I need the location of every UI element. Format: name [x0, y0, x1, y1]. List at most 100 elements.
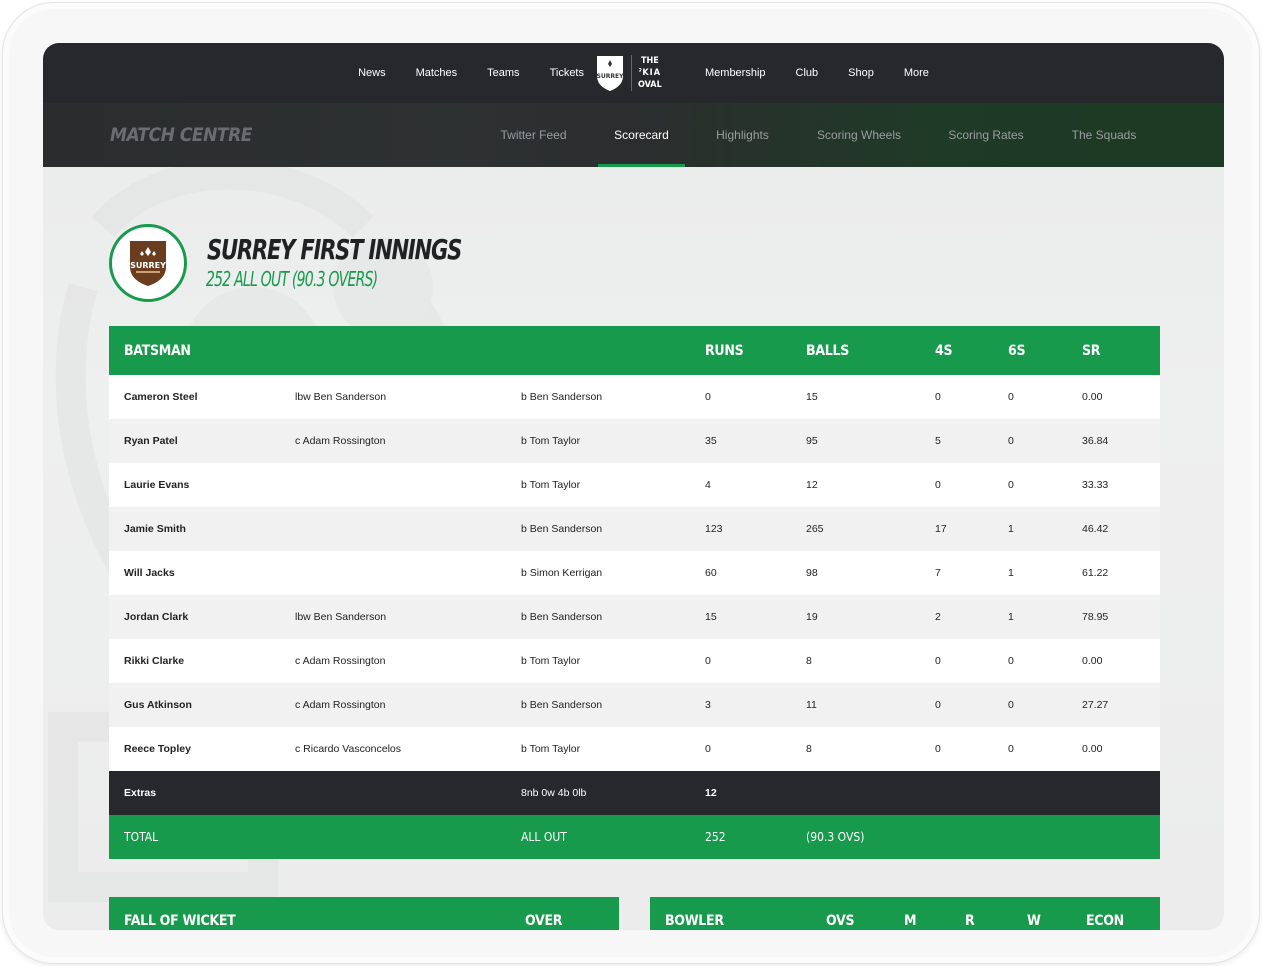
fours: 5 — [935, 435, 941, 447]
kia-oval-logo[interactable]: SURREY THE ˀKIA OVAL — [595, 51, 675, 95]
header-runs: RUNS — [705, 342, 744, 359]
batsman-name[interactable]: Cameron Steel — [124, 391, 198, 403]
fall-of-wicket-header: FALL OF WICKET OVER — [109, 897, 619, 930]
header-6s: 6S — [1008, 342, 1026, 359]
sixes: 1 — [1008, 567, 1014, 579]
nav-right-group: Membership Club Shop More — [705, 43, 929, 103]
bowling-econ: ECON — [1086, 913, 1124, 929]
bowling-header: BOWLER OVS M R W ECON — [650, 897, 1160, 930]
table-header-row: BATSMAN RUNS BALLS 4S 6S SR — [109, 326, 1160, 375]
balls: 265 — [806, 523, 824, 535]
tab-scoring-rates[interactable]: Scoring Rates — [941, 103, 1031, 167]
batting-scorecard: BATSMAN RUNS BALLS 4S 6S SR Cameron Stee… — [109, 326, 1160, 859]
match-centre-title: MATCH CENTRE — [110, 124, 252, 146]
top-navigation: News Matches Teams Tickets SURREY THE ˀK… — [43, 43, 1224, 103]
logo-oval: OVAL — [638, 80, 662, 90]
bowling-ovs: OVS — [826, 913, 855, 929]
strike-rate: 36.84 — [1082, 435, 1109, 447]
table-row: Jordan Clark lbw Ben Sanderson b Ben San… — [109, 595, 1160, 639]
dismissal: c Ricardo Vasconcelos — [295, 743, 402, 755]
batsman-name[interactable]: Laurie Evans — [124, 479, 189, 491]
runs: 0 — [705, 655, 711, 667]
batsman-name[interactable]: Jamie Smith — [124, 523, 186, 535]
header-balls: BALLS — [806, 342, 849, 359]
runs: 0 — [705, 391, 711, 403]
header-batsman: BATSMAN — [124, 342, 191, 359]
bowler: b Tom Taylor — [521, 435, 581, 447]
fours: 0 — [935, 479, 941, 491]
batsman-name[interactable]: Reece Topley — [124, 743, 191, 755]
batsman-name[interactable]: Rikki Clarke — [124, 655, 184, 667]
bowler: b Tom Taylor — [521, 479, 581, 491]
dismissal: lbw Ben Sanderson — [295, 611, 387, 623]
fours: 0 — [935, 699, 941, 711]
balls: 12 — [806, 479, 818, 491]
screen: News Matches Teams Tickets SURREY THE ˀK… — [43, 43, 1224, 930]
table-row: Gus Atkinson c Adam Rossington b Ben San… — [109, 683, 1160, 727]
sixes: 0 — [1008, 743, 1014, 755]
header-sr: SR — [1082, 342, 1101, 359]
batsman-name[interactable]: Gus Atkinson — [124, 699, 192, 711]
strike-rate: 78.95 — [1082, 611, 1109, 623]
total-row: TOTAL ALL OUT 252 (90.3 OVS) — [109, 815, 1160, 859]
total-overs: (90.3 OVS) — [806, 830, 865, 844]
strike-rate: 0.00 — [1082, 743, 1103, 755]
nav-left-group: News Matches Teams Tickets — [358, 43, 584, 103]
bowler: b Ben Sanderson — [521, 699, 603, 711]
logo-wordmark: THE ˀKIA OVAL — [638, 55, 662, 91]
balls: 8 — [806, 743, 812, 755]
runs: 35 — [705, 435, 717, 447]
sixes: 1 — [1008, 611, 1014, 623]
batsman-name[interactable]: Ryan Patel — [124, 435, 178, 447]
nav-membership[interactable]: Membership — [705, 67, 766, 79]
extras-value: 12 — [705, 787, 717, 799]
batsman-name[interactable]: Will Jacks — [124, 567, 175, 579]
nav-teams[interactable]: Teams — [487, 67, 519, 79]
tablet-frame: News Matches Teams Tickets SURREY THE ˀK… — [2, 2, 1260, 964]
runs: 0 — [705, 743, 711, 755]
tab-the-squads[interactable]: The Squads — [1063, 103, 1145, 167]
fours: 0 — [935, 391, 941, 403]
runs: 4 — [705, 479, 711, 491]
runs: 3 — [705, 699, 711, 711]
bowling-bowler: BOWLER — [665, 913, 724, 929]
dismissal: lbw Ben Sanderson — [295, 391, 387, 403]
dismissal: c Adam Rossington — [295, 699, 386, 711]
nav-tickets[interactable]: Tickets — [550, 67, 584, 79]
nav-news[interactable]: News — [358, 67, 386, 79]
tab-highlights[interactable]: Highlights — [707, 103, 778, 167]
svg-text:SURREY: SURREY — [130, 261, 166, 270]
bowler: b Ben Sanderson — [521, 523, 603, 535]
runs: 60 — [705, 567, 717, 579]
logo-the: THE — [640, 56, 659, 66]
surrey-crest-icon: SURREY — [597, 56, 625, 91]
sixes: 0 — [1008, 435, 1014, 447]
table-row: Will Jacks b Simon Kerrigan 60 98 7 1 61… — [109, 551, 1160, 595]
nav-club[interactable]: Club — [796, 67, 819, 79]
batsman-name[interactable]: Jordan Clark — [124, 611, 188, 623]
fours: 0 — [935, 743, 941, 755]
table-row: Ryan Patel c Adam Rossington b Tom Taylo… — [109, 419, 1160, 463]
total-status: ALL OUT — [521, 830, 567, 844]
balls: 19 — [806, 611, 818, 623]
table-row: Laurie Evans b Tom Taylor 4 12 0 0 33.33 — [109, 463, 1160, 507]
nav-matches[interactable]: Matches — [416, 67, 458, 79]
sixes: 0 — [1008, 479, 1014, 491]
fours: 2 — [935, 611, 941, 623]
dismissal: c Adam Rossington — [295, 435, 386, 447]
total-label: TOTAL — [124, 830, 159, 844]
fours: 0 — [935, 655, 941, 667]
bowler: b Ben Sanderson — [521, 391, 603, 403]
dismissal: c Adam Rossington — [295, 655, 386, 667]
logo-divider — [631, 55, 632, 91]
tab-scoring-wheels[interactable]: Scoring Wheels — [809, 103, 909, 167]
runs: 123 — [705, 523, 723, 535]
nav-shop[interactable]: Shop — [848, 67, 874, 79]
kia-icon: ˀKIA — [638, 68, 661, 78]
strike-rate: 33.33 — [1082, 479, 1109, 491]
tab-twitter-feed[interactable]: Twitter Feed — [491, 103, 576, 167]
svg-text:SURREY: SURREY — [597, 73, 625, 80]
tab-scorecard[interactable]: Scorecard — [598, 103, 685, 167]
nav-more[interactable]: More — [904, 67, 929, 79]
balls: 15 — [806, 391, 818, 403]
